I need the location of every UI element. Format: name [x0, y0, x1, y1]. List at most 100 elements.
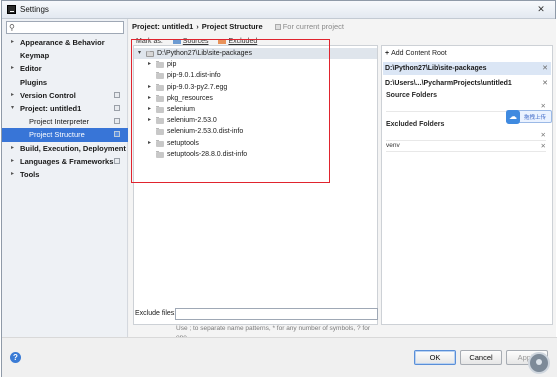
folder-icon	[156, 139, 164, 147]
remove-icon[interactable]: ✕	[542, 62, 548, 75]
folder-tree: ▾ D:\Python27\Lib\site-packages ▸ pip pi…	[134, 48, 377, 160]
sidebar-item-tools[interactable]: ▸ Tools	[2, 168, 128, 181]
chevron-right-icon[interactable]: ▸	[148, 59, 151, 70]
tree-root-row[interactable]: ▾ D:\Python27\Lib\site-packages	[134, 48, 377, 60]
chevron-right-icon: ▸	[11, 170, 15, 177]
chevron-right-icon[interactable]: ▸	[148, 93, 151, 104]
tree-row[interactable]: selenium-2.53.0.dist-info	[134, 126, 377, 137]
chevron-down-icon: ▾	[11, 104, 15, 111]
sidebar-item-label: Keymap	[20, 51, 50, 61]
project-level-icon	[114, 91, 120, 98]
sidebar-item-label: Project: untitled1	[20, 103, 82, 113]
title-bar: Settings ✕	[2, 1, 555, 19]
mark-as-excluded-button[interactable]: Excluded	[228, 38, 257, 45]
sidebar-item-label: Project Structure	[29, 130, 85, 140]
remove-icon[interactable]: ✕	[541, 142, 546, 150]
tree-row-label: selenium	[167, 105, 196, 113]
sidebar-item-label: Plugins	[20, 77, 48, 87]
content-root-item[interactable]: D:\Python27\Lib\site-packages ✕	[383, 62, 551, 75]
tree-row[interactable]: ▸ selenium	[134, 104, 377, 115]
tree-row[interactable]: pip-9.0.1.dist-info	[134, 70, 377, 81]
settings-window: Settings ✕ ⚲ ▸ Appearance & Behavior Key…	[1, 0, 557, 377]
excluded-folder-entry[interactable]: ✕	[386, 131, 546, 141]
sidebar-item-plugins[interactable]: Plugins	[2, 76, 128, 89]
sidebar-item-appearance-behavior[interactable]: ▸ Appearance & Behavior	[2, 36, 128, 49]
sidebar-item-project[interactable]: ▾ Project: untitled1	[2, 102, 128, 115]
excluded-folders-heading: Excluded Folders	[386, 121, 445, 128]
folder-icon	[146, 51, 154, 57]
chevron-right-icon: ▸	[11, 144, 15, 151]
content-roots-panel: + Add Content Root D:\Python27\Lib\site-p…	[381, 45, 553, 325]
sidebar-item-keymap[interactable]: Keymap	[2, 49, 128, 62]
sources-folder-icon	[172, 38, 181, 44]
mark-as-label: Mark as:	[136, 38, 163, 45]
sidebar-item-build-execution-deployment[interactable]: ▸ Build, Execution, Deployment	[2, 142, 128, 155]
tree-row[interactable]: ▸ selenium-2.53.0	[134, 115, 377, 126]
sidebar-item-label: Tools	[20, 169, 40, 179]
settings-sidebar: ⚲ ▸ Appearance & Behavior Keymap ▸ Edito…	[2, 19, 128, 337]
exclude-files-input[interactable]	[175, 308, 378, 320]
folder-icon	[156, 83, 164, 91]
tree-row[interactable]: ▸ setuptools	[134, 138, 377, 149]
sidebar-item-languages-frameworks[interactable]: ▸ Languages & Frameworks	[2, 155, 128, 168]
project-level-icon	[114, 118, 120, 125]
folder-icon	[156, 150, 164, 158]
search-input[interactable]: ⚲	[6, 21, 124, 34]
tree-row-label: pip-9.0.3-py2.7.egg	[167, 83, 228, 91]
content-root-path: D:\Python27\Lib\site-packages	[385, 65, 487, 72]
source-folders-heading: Source Folders	[386, 92, 437, 99]
folder-icon	[156, 128, 164, 136]
tree-row-label: selenium-2.53.0.dist-info	[167, 128, 244, 136]
chevron-down-icon[interactable]: ▾	[138, 48, 141, 59]
content-root-item[interactable]: D:\Users\...\PycharmProjects\untitled1 ✕	[383, 77, 551, 90]
chevron-right-icon[interactable]: ▸	[148, 82, 151, 93]
sidebar-item-label: Build, Execution, Deployment	[20, 143, 126, 153]
upload-float-label: 拖拽上传	[524, 115, 547, 121]
close-icon[interactable]: ✕	[533, 3, 549, 15]
folder-icon	[156, 61, 164, 69]
tree-row[interactable]: ▸ pip-9.0.3-py2.7.egg	[134, 82, 377, 93]
folder-icon	[156, 94, 164, 102]
mark-as-sources-button[interactable]: Sources	[183, 38, 209, 45]
remove-icon[interactable]: ✕	[541, 102, 546, 110]
chevron-right-icon[interactable]: ▸	[148, 138, 151, 149]
chevron-right-icon: ▸	[11, 65, 15, 72]
add-content-root-button[interactable]: + Add Content Root	[385, 50, 447, 57]
chevron-right-icon[interactable]: ▸	[148, 115, 151, 126]
chevron-right-icon: ▸	[11, 91, 15, 98]
floating-assistant-icon[interactable]	[528, 352, 550, 374]
tree-row-label: pip-9.0.1.dist-info	[167, 72, 221, 80]
cloud-icon: ☁	[506, 110, 520, 124]
sidebar-item-label: Languages & Frameworks	[20, 156, 114, 166]
sidebar-item-label: Version Control	[20, 90, 76, 100]
chevron-right-icon: ▸	[11, 157, 15, 164]
tree-row-label: selenium-2.53.0	[167, 117, 217, 125]
content-root-path: D:\Users\...\PycharmProjects\untitled1	[385, 80, 512, 87]
mark-as-toolbar: Mark as: Sources Excluded	[136, 38, 257, 45]
sidebar-item-editor[interactable]: ▸ Editor	[2, 62, 128, 75]
tree-row[interactable]: setuptools-28.8.0.dist-info	[134, 149, 377, 160]
help-icon[interactable]: ?	[10, 352, 21, 363]
for-current-project-note: For current project	[274, 22, 344, 31]
sidebar-item-version-control[interactable]: ▸ Version Control	[2, 89, 128, 102]
sidebar-item-project-structure[interactable]: Project Structure	[2, 128, 128, 142]
remove-icon[interactable]: ✕	[541, 131, 546, 139]
page-title: Project Structure	[201, 22, 263, 31]
search-icon: ⚲	[9, 23, 15, 32]
tree-row[interactable]: ▸ pip	[134, 59, 377, 70]
upload-float-widget[interactable]: ☁ 拖拽上传	[506, 110, 552, 124]
cancel-button[interactable]: Cancel	[460, 350, 502, 365]
add-content-root-label: Add Content Root	[391, 50, 447, 57]
remove-icon[interactable]: ✕	[542, 77, 548, 90]
folder-icon	[156, 72, 164, 80]
tree-root-label: D:\Python27\Lib\site-packages	[157, 50, 252, 57]
tree-row-label: pkg_resources	[167, 94, 213, 102]
sidebar-item-project-interpreter[interactable]: Project Interpreter	[2, 115, 128, 128]
content-root-tree: ▾ D:\Python27\Lib\site-packages ▸ pip pi…	[133, 45, 378, 325]
chevron-right-icon[interactable]: ▸	[148, 104, 151, 115]
excluded-folder-entry[interactable]: venv ✕	[386, 142, 546, 152]
tree-row[interactable]: ▸ pkg_resources	[134, 93, 377, 104]
ok-button[interactable]: OK	[414, 350, 456, 365]
project-level-icon	[114, 104, 120, 111]
project-level-icon	[274, 24, 281, 31]
